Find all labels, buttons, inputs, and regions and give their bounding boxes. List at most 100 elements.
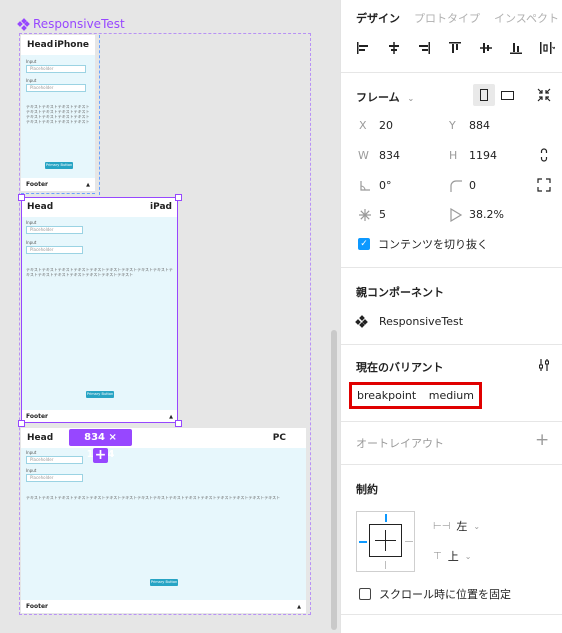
resize-to-fit-icon[interactable]	[537, 88, 551, 102]
clip-content-row[interactable]: ✓ コンテンツを切り抜く	[358, 236, 488, 252]
width-field[interactable]: 834	[379, 149, 400, 162]
selection-size-badge: 834 × 1194	[69, 429, 132, 460]
footer-text: Footer	[26, 603, 48, 610]
input-field: Placeholder	[26, 474, 83, 482]
tab-design[interactable]: デザイン	[356, 10, 400, 26]
frame-header: Head iPhone	[21, 35, 95, 55]
body-text: テキストテキストテキストテキストテキストテキストテキストテキストテキストテキスト…	[26, 104, 90, 124]
ratio-icon	[449, 207, 463, 223]
x-field[interactable]: 20	[379, 119, 393, 132]
header-head-text: Head	[27, 40, 54, 50]
clip-content-checkbox[interactable]: ✓	[358, 238, 370, 250]
fix-scroll-label: スクロール時に位置を固定	[379, 588, 511, 601]
component-icon	[355, 315, 368, 328]
distribute-icon[interactable]	[539, 40, 556, 56]
align-left-icon[interactable]	[355, 40, 371, 56]
independent-corners-icon[interactable]	[537, 178, 551, 192]
align-bottom-icon[interactable]	[508, 40, 524, 56]
frame-header: Head PC	[21, 428, 306, 448]
frame-footer: Footer ▲	[21, 600, 306, 613]
footer-up-icon: ▲	[297, 603, 301, 610]
alignment-toolbar	[355, 40, 556, 56]
header-device-text: PC	[272, 433, 286, 443]
footer-up-icon: ▲	[86, 181, 90, 188]
x-label: X	[359, 119, 367, 132]
add-auto-layout-icon[interactable]: +	[535, 430, 549, 450]
frame-title-text: フレーム	[356, 91, 400, 104]
align-horizontal-center-icon[interactable]	[386, 40, 402, 56]
star-count-icon	[358, 208, 372, 222]
rotation-field[interactable]: 0°	[379, 179, 392, 192]
body-text: テキストテキストテキストテキストテキストテキストテキストテキストテキストテキスト…	[26, 495, 281, 500]
rotation-icon	[358, 179, 372, 193]
align-right-icon[interactable]	[416, 40, 432, 56]
section-divider	[341, 421, 562, 422]
clip-content-label: コンテンツを切り抜く	[378, 238, 488, 251]
properties-panel: デザイン プロトタイプ インスペクト フレーム ⌄ X 20 Y 884 W 8…	[340, 0, 562, 633]
height-field[interactable]: 1194	[469, 149, 497, 162]
frame-section-title[interactable]: フレーム ⌄	[356, 89, 414, 105]
selection-box	[21, 197, 178, 423]
horizontal-constraint-dropdown[interactable]: ⊢⊣ 左 ⌄	[433, 518, 480, 534]
tab-inspect[interactable]: インスペクト	[494, 10, 559, 26]
header-device-text: iPhone	[54, 40, 89, 50]
component-set-icon	[17, 17, 30, 31]
landscape-toggle-button[interactable]	[497, 84, 519, 106]
input-label: Input	[26, 78, 37, 83]
chevron-down-icon: ⌄	[407, 94, 415, 103]
corner-radius-icon	[449, 179, 463, 193]
section-divider	[341, 267, 562, 268]
design-canvas[interactable]: ResponsiveTest Head iPhone Input Placeho…	[0, 0, 340, 633]
align-vertical-center-icon[interactable]	[478, 40, 494, 56]
frame-footer: Footer ▲	[21, 178, 95, 191]
constraint-bottom[interactable]	[385, 561, 386, 569]
variant-property-name: breakpoint	[357, 389, 417, 402]
auto-layout-title: オートレイアウト	[356, 437, 444, 450]
resize-handle-top-left[interactable]	[18, 194, 25, 201]
constraint-center	[369, 524, 402, 557]
variant-frame-iphone[interactable]: Head iPhone Input Placeholder Input Plac…	[21, 35, 95, 191]
ratio-field[interactable]: 38.2%	[469, 208, 504, 221]
y-field[interactable]: 884	[469, 119, 490, 132]
horizontal-constraint-value: 左	[456, 520, 468, 533]
chevron-down-icon: ⌄	[473, 521, 481, 531]
add-variant-button[interactable]: +	[93, 448, 108, 463]
parent-component-name: ResponsiveTest	[379, 315, 464, 328]
variant-property-value[interactable]: medium	[429, 389, 474, 402]
adjust-sliders-icon[interactable]	[537, 358, 551, 372]
header-head-text: Head	[27, 433, 54, 443]
constraint-right[interactable]	[405, 541, 413, 542]
canvas-scrollbar[interactable]	[331, 330, 337, 630]
panel-tabs: デザイン プロトタイプ インスペクト	[356, 10, 559, 26]
fix-scroll-checkbox[interactable]	[359, 588, 371, 600]
variant-property-row[interactable]: breakpoint medium	[349, 382, 482, 409]
section-divider	[341, 614, 562, 615]
smart-guide-horizontal	[21, 193, 95, 194]
tab-prototype[interactable]: プロトタイプ	[414, 10, 480, 26]
align-top-icon[interactable]	[447, 40, 463, 56]
vertical-constraint-dropdown[interactable]: ⊤ 上 ⌄	[433, 548, 471, 564]
parent-component-title: 親コンポーネント	[356, 286, 444, 299]
resize-handle-bottom-right[interactable]	[175, 420, 182, 427]
section-divider	[341, 344, 562, 345]
resize-handle-top-right[interactable]	[175, 194, 182, 201]
footer-text: Footer	[26, 181, 48, 188]
input-field: Placeholder	[26, 456, 83, 464]
constraint-left-active[interactable]	[359, 541, 367, 543]
parent-component-link[interactable]: ResponsiveTest	[355, 315, 464, 328]
input-label: Input	[26, 59, 37, 64]
component-set-label[interactable]: ResponsiveTest	[17, 17, 125, 31]
constrain-proportions-icon[interactable]	[537, 148, 551, 162]
portrait-toggle-button[interactable]	[473, 84, 495, 106]
resize-handle-bottom-left[interactable]	[18, 420, 25, 427]
constraint-top-active[interactable]	[385, 514, 387, 522]
variant-frame-pc[interactable]: Head PC Input Placeholder Input Placehol…	[21, 428, 306, 613]
corner-radius-field[interactable]: 0	[469, 179, 476, 192]
count-field[interactable]: 5	[379, 208, 386, 221]
vertical-constraint-icon: ⊤	[433, 550, 442, 562]
constraint-widget[interactable]	[356, 511, 415, 572]
section-divider	[341, 464, 562, 465]
fix-scroll-row[interactable]: スクロール時に位置を固定	[359, 586, 511, 602]
h-label: H	[449, 149, 458, 162]
smart-guide-vertical	[99, 35, 100, 195]
